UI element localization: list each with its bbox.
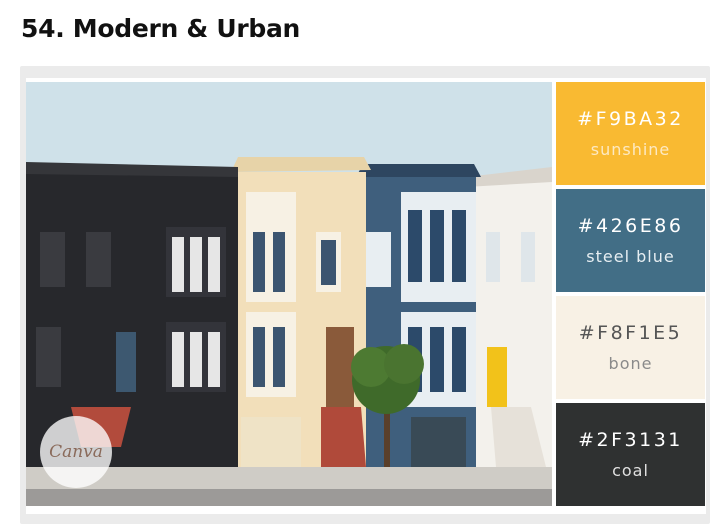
swatch-name: bone <box>608 353 653 373</box>
swatch-name: sunshine <box>590 139 671 159</box>
swatch-hex: #F8F1E5 <box>578 322 683 345</box>
page-heading: 54. Modern & Urban <box>21 14 301 43</box>
color-swatch-list: #F9BA32 sunshine #426E86 steel blue #F8F… <box>556 82 705 506</box>
swatch-name: coal <box>612 460 649 480</box>
swatch-hex: #F9BA32 <box>577 108 684 131</box>
swatch-hex: #426E86 <box>577 215 684 238</box>
swatch-name: steel blue <box>586 246 675 266</box>
swatch-coal: #2F3131 coal <box>556 403 705 506</box>
swatch-steel-blue: #426E86 steel blue <box>556 189 705 292</box>
canva-watermark-text: Canva <box>49 442 103 462</box>
swatch-hex: #2F3131 <box>578 429 683 452</box>
houses-photo: Canva <box>26 82 552 506</box>
swatch-sunshine: #F9BA32 sunshine <box>556 82 705 185</box>
swatch-bone: #F8F1E5 bone <box>556 296 705 399</box>
canva-watermark: Canva <box>40 416 112 488</box>
